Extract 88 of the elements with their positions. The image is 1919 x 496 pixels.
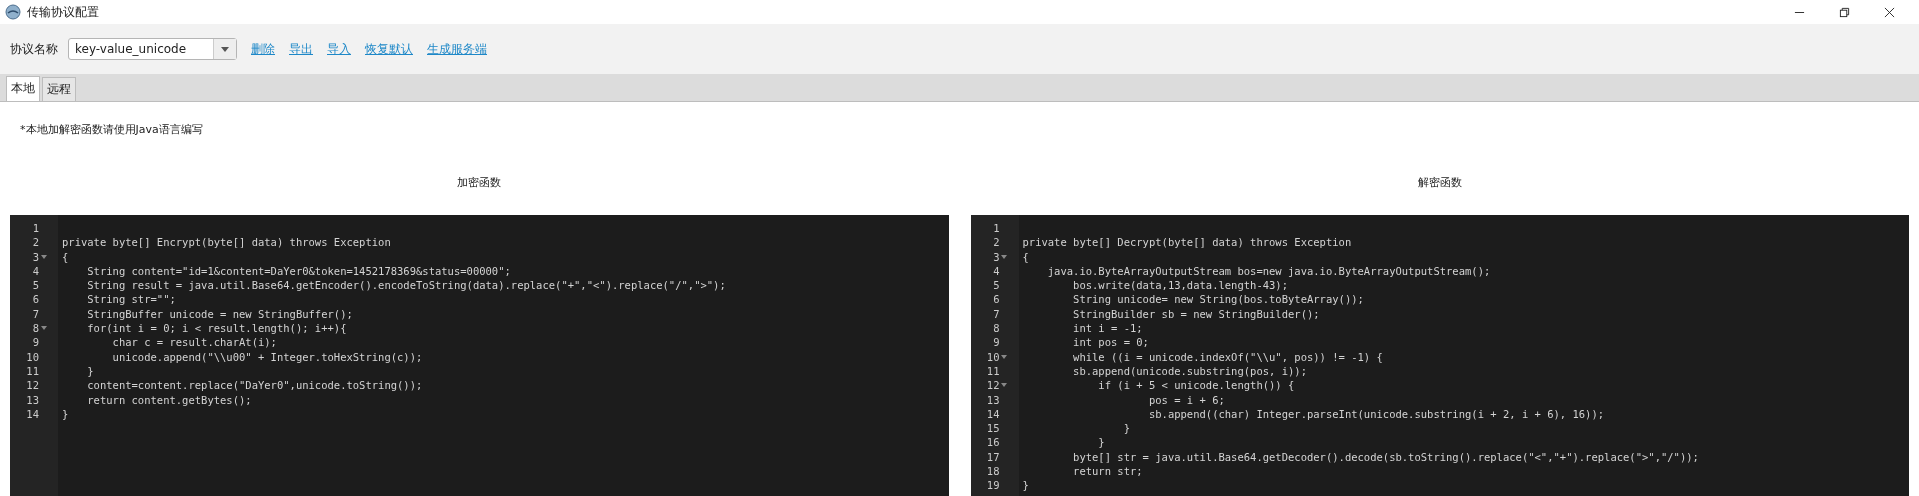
code-line: return content.getBytes(); xyxy=(86,392,252,407)
code-line: char c = result.charAt(i); xyxy=(111,335,277,350)
code-line: } xyxy=(1021,478,1029,493)
line-number: 19 xyxy=(985,478,1000,493)
code-editor[interactable] xyxy=(970,215,1909,496)
toolbar-link[interactable]: 导出 xyxy=(289,40,313,58)
protocol-label: 协议名称 xyxy=(10,40,58,58)
code-line: } xyxy=(1097,435,1105,450)
line-number: 10 xyxy=(985,349,1000,364)
line-number: 7 xyxy=(31,306,39,322)
line-number: 9 xyxy=(31,335,39,350)
code-line: bos.write(data,13,data.length-43); xyxy=(1072,278,1288,293)
line-number: 9 xyxy=(992,335,1000,350)
toolbar-link[interactable]: 导入 xyxy=(327,40,351,58)
code-line: while ((i = unicode.indexOf("\\u", pos)) != -1) { xyxy=(1072,349,1383,364)
toolbar-link[interactable]: 生成服务端 xyxy=(427,40,487,58)
line-number: 14 xyxy=(25,406,39,422)
line-number: 13 xyxy=(25,392,39,407)
code-line: pos = i + 6; xyxy=(1147,392,1225,407)
line-number: 4 xyxy=(992,263,1000,279)
line-number: 10 xyxy=(25,349,39,364)
protocol-dropdown[interactable]: key-value_unicode xyxy=(68,38,237,60)
fold-icon[interactable] xyxy=(1001,254,1007,259)
fold-icon[interactable] xyxy=(40,326,47,331)
line-number: 6 xyxy=(992,292,1000,307)
tab[interactable]: 本地 xyxy=(6,76,40,101)
code-line: sb.append((char) Integer.parseInt(unicode.substring(i + 2, i + 6), 16)); xyxy=(1147,406,1605,422)
line-number: 8 xyxy=(992,321,1000,336)
code-line: String content="id=1&content=DaYer0&token=1452178369&status=00000"; xyxy=(86,263,511,279)
code-editor[interactable] xyxy=(10,215,949,496)
code-line: int i = -1; xyxy=(1072,321,1143,336)
code-line: String unicode= new String(bos.toByteArray()); xyxy=(1072,292,1364,307)
code-line: String result = java.util.Base64.getEncoder().encodeToString(data).replace("+","<").replace("/",">"); xyxy=(86,278,726,293)
close-icon[interactable] xyxy=(1884,6,1895,18)
line-number: 14 xyxy=(985,406,1000,422)
code-line: sb.append(unicode.substring(pos, i)); xyxy=(1072,363,1307,379)
code-line: java.io.ByteArrayOutputStream bos=new java.io.ByteArrayOutputStream(); xyxy=(1046,263,1491,279)
code-line: return str; xyxy=(1072,464,1143,479)
line-number: 2 xyxy=(31,235,39,250)
tab[interactable]: 远程 xyxy=(42,77,76,101)
code-line: int pos = 0; xyxy=(1072,335,1149,350)
line-number: 13 xyxy=(985,392,1000,407)
code-line: } xyxy=(1122,421,1130,436)
line-number: 8 xyxy=(31,321,39,336)
editor-heading: 加密函数 xyxy=(456,175,503,191)
line-number: 17 xyxy=(985,449,1000,465)
line-number: 15 xyxy=(985,421,1000,436)
code-line: String str=""; xyxy=(86,292,176,307)
code-line: private byte[] Decrypt(byte[] data) throws Exception xyxy=(1021,235,1352,250)
app-logo-icon xyxy=(5,4,21,20)
line-number: 11 xyxy=(25,363,39,379)
toolbar-link[interactable]: 恢复默认 xyxy=(365,40,413,58)
code-line: } xyxy=(61,406,69,422)
code-line: { xyxy=(61,249,69,264)
line-number: 11 xyxy=(985,363,1000,379)
line-number: 5 xyxy=(31,278,39,293)
line-number: 12 xyxy=(985,378,1000,393)
line-number: 1 xyxy=(992,221,1000,236)
line-number: 7 xyxy=(992,306,1000,322)
line-number: 6 xyxy=(31,292,39,307)
line-number: 3 xyxy=(31,249,39,264)
fold-icon[interactable] xyxy=(1001,354,1007,359)
line-number: 2 xyxy=(992,235,1000,250)
code-line: content=content.replace("DaYer0",unicode.toString()); xyxy=(86,378,423,393)
line-number: 18 xyxy=(985,464,1000,479)
caret-icon xyxy=(221,46,229,52)
code-line: StringBuilder sb = new StringBuilder(); xyxy=(1072,306,1320,322)
line-number: 1 xyxy=(31,221,39,236)
line-number: 5 xyxy=(992,278,1000,293)
editor-heading: 解密函数 xyxy=(1416,175,1463,191)
window-title: 传输协议配置 xyxy=(27,3,99,21)
code-line: } xyxy=(86,363,94,379)
code-line: StringBuffer unicode = new StringBuffer(); xyxy=(86,306,353,322)
toolbar-link[interactable]: 删除 xyxy=(251,40,275,58)
restore-icon[interactable] xyxy=(1839,6,1850,18)
line-number: 3 xyxy=(992,249,1000,264)
code-line: unicode.append("\\u00" + Integer.toHexString(c)); xyxy=(111,349,423,364)
code-line: private byte[] Encrypt(byte[] data) throws Exception xyxy=(61,235,391,250)
code-line: byte[] str = java.util.Base64.getDecoder().decode(sb.toString().replace("<","+").replace(">","/")); xyxy=(1072,449,1699,465)
note-text: *本地加解密函数请使用Java语言编写 xyxy=(19,122,204,138)
code-line: { xyxy=(1021,249,1029,264)
code-line: for(int i = 0; i < result.length(); i++){ xyxy=(86,321,347,336)
line-number: 12 xyxy=(25,378,39,393)
line-number: 16 xyxy=(985,435,1000,450)
line-number: 4 xyxy=(31,263,39,279)
fold-icon[interactable] xyxy=(40,254,47,259)
fold-icon[interactable] xyxy=(1001,383,1007,388)
code-line: if (i + 5 < unicode.length()) { xyxy=(1097,378,1295,393)
